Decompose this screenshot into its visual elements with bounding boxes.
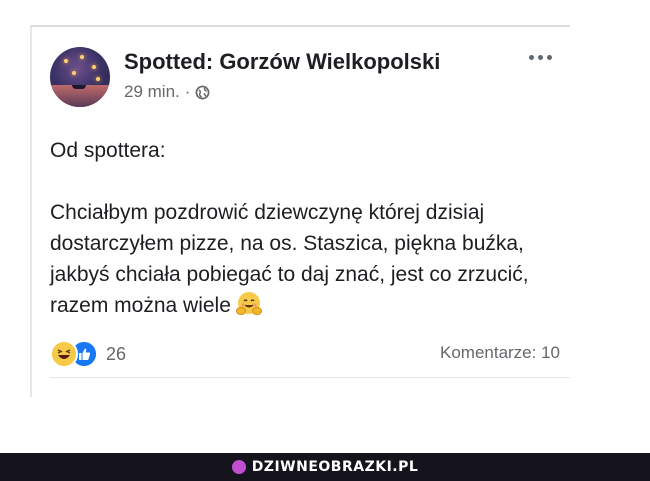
more-dots-icon[interactable] bbox=[529, 55, 552, 60]
watermark-text: DZIWNEOBRAZKI.PL bbox=[251, 459, 419, 475]
post-body: Chciałbym pozdrowić dziewczynę której dz… bbox=[50, 197, 565, 321]
page-name-link[interactable]: Spotted: Gorzów Wielkopolski bbox=[124, 49, 440, 75]
watermark-logo: DZIWNEOBRAZKI.PL bbox=[231, 459, 419, 475]
post-card: Spotted: Gorzów Wielkopolski 29 min. · O… bbox=[30, 25, 570, 397]
post-body-text: Chciałbym pozdrowić dziewczynę której dz… bbox=[50, 201, 529, 317]
post-content: Od spottera: Chciałbym pozdrowić dziewcz… bbox=[50, 135, 565, 321]
watermark-banner: DZIWNEOBRAZKI.PL bbox=[0, 453, 650, 481]
post-timestamp[interactable]: 29 min. bbox=[124, 82, 180, 102]
globe-icon bbox=[195, 85, 210, 99]
watermark-badge-icon bbox=[231, 460, 246, 474]
page-avatar[interactable] bbox=[50, 47, 110, 107]
haha-icon bbox=[50, 340, 78, 368]
meta-separator: · bbox=[184, 82, 191, 101]
post-intro: Od spottera: bbox=[50, 139, 166, 162]
comments-count-link[interactable]: Komentarze: 10 bbox=[440, 343, 560, 363]
reactions-summary[interactable]: 26 bbox=[50, 340, 126, 368]
post-meta: 29 min. · bbox=[124, 82, 210, 102]
footer-divider bbox=[50, 377, 570, 378]
reaction-count: 26 bbox=[106, 343, 127, 364]
hugging-face-icon bbox=[235, 292, 262, 315]
